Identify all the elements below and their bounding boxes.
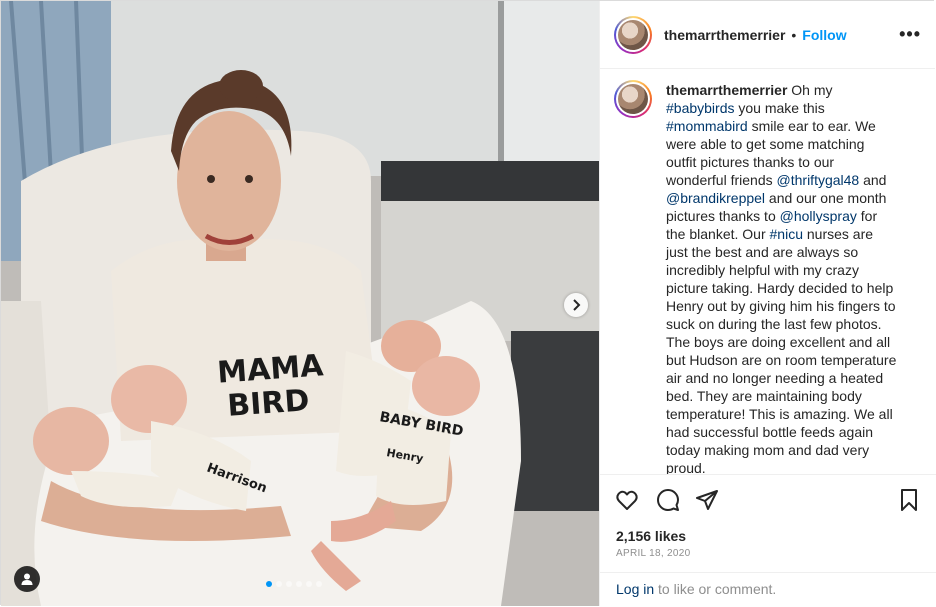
post-photo[interactable]: MAMA BIRD Harrison BABY BIRD Henry bbox=[1, 1, 599, 606]
post-date[interactable]: APRIL 18, 2020 bbox=[616, 548, 690, 559]
more-horizontal-icon: ••• bbox=[899, 24, 921, 44]
caption-username[interactable]: themarrthemerrier bbox=[666, 82, 787, 98]
shirt-text-line1: MAMA bbox=[216, 348, 325, 390]
login-rest-text: to like or comment. bbox=[654, 581, 777, 597]
carousel-dot bbox=[316, 581, 322, 587]
caption-segment: nurses are just the best and are always … bbox=[666, 226, 897, 474]
caption-scroll-area[interactable]: themarrthemerrier Oh my #babybirds you m… bbox=[600, 69, 936, 474]
caption-link[interactable]: #mommabird bbox=[666, 118, 748, 134]
caption-link[interactable]: @hollyspray bbox=[780, 208, 857, 224]
carousel-dot bbox=[286, 581, 292, 587]
header-separator: • bbox=[791, 26, 797, 43]
like-button[interactable] bbox=[614, 487, 640, 513]
caption-link[interactable]: @thriftygal48 bbox=[777, 172, 860, 188]
carousel-dot bbox=[306, 581, 312, 587]
user-tag-icon bbox=[21, 573, 33, 585]
comment-button[interactable] bbox=[655, 487, 681, 513]
carousel-dot bbox=[276, 581, 282, 587]
more-options-button[interactable]: ••• bbox=[899, 24, 921, 45]
carousel-dots bbox=[266, 581, 322, 587]
bookmark-icon bbox=[901, 489, 917, 511]
caption-avatar[interactable] bbox=[614, 80, 652, 118]
next-photo-button[interactable] bbox=[564, 293, 588, 317]
share-button[interactable] bbox=[694, 487, 720, 513]
login-link[interactable]: Log in bbox=[616, 581, 654, 597]
follow-button[interactable]: Follow bbox=[802, 27, 846, 43]
caption-segment: and bbox=[859, 172, 887, 188]
likes-count[interactable]: 2,156 likes bbox=[616, 528, 686, 544]
photo-illustration: MAMA BIRD Harrison BABY BIRD Henry bbox=[1, 1, 599, 606]
carousel-dot bbox=[266, 581, 272, 587]
shirt-text-line2: BIRD bbox=[226, 383, 310, 424]
save-button[interactable] bbox=[896, 487, 922, 513]
carousel-dot bbox=[296, 581, 302, 587]
action-bar bbox=[600, 474, 936, 526]
caption-segment: Oh my bbox=[787, 82, 833, 98]
caption-link[interactable]: #nicu bbox=[770, 226, 803, 242]
heart-icon bbox=[616, 490, 638, 510]
post-header: themarrthemerrier • Follow ••• bbox=[600, 1, 935, 69]
caption-body: Oh my #babybirds you make this #mommabir… bbox=[666, 82, 896, 474]
post-side-panel: themarrthemerrier • Follow ••• themarrth… bbox=[599, 1, 936, 606]
caption-row: themarrthemerrier Oh my #babybirds you m… bbox=[614, 80, 922, 474]
comment-icon bbox=[657, 489, 679, 511]
login-prompt: Log in to like or comment. bbox=[600, 572, 936, 606]
avatar[interactable] bbox=[614, 15, 652, 54]
chevron-right-icon bbox=[573, 299, 581, 311]
caption-text: themarrthemerrier Oh my #babybirds you m… bbox=[666, 81, 898, 474]
header-username[interactable]: themarrthemerrier bbox=[664, 27, 785, 43]
user-tags-button[interactable] bbox=[14, 566, 40, 592]
caption-segment: you make this bbox=[734, 100, 825, 116]
post-container: MAMA BIRD Harrison BABY BIRD Henry thema… bbox=[0, 0, 936, 606]
caption-link[interactable]: @brandikreppel bbox=[666, 190, 765, 206]
caption-link[interactable]: #babybirds bbox=[666, 100, 735, 116]
send-icon bbox=[696, 490, 718, 510]
